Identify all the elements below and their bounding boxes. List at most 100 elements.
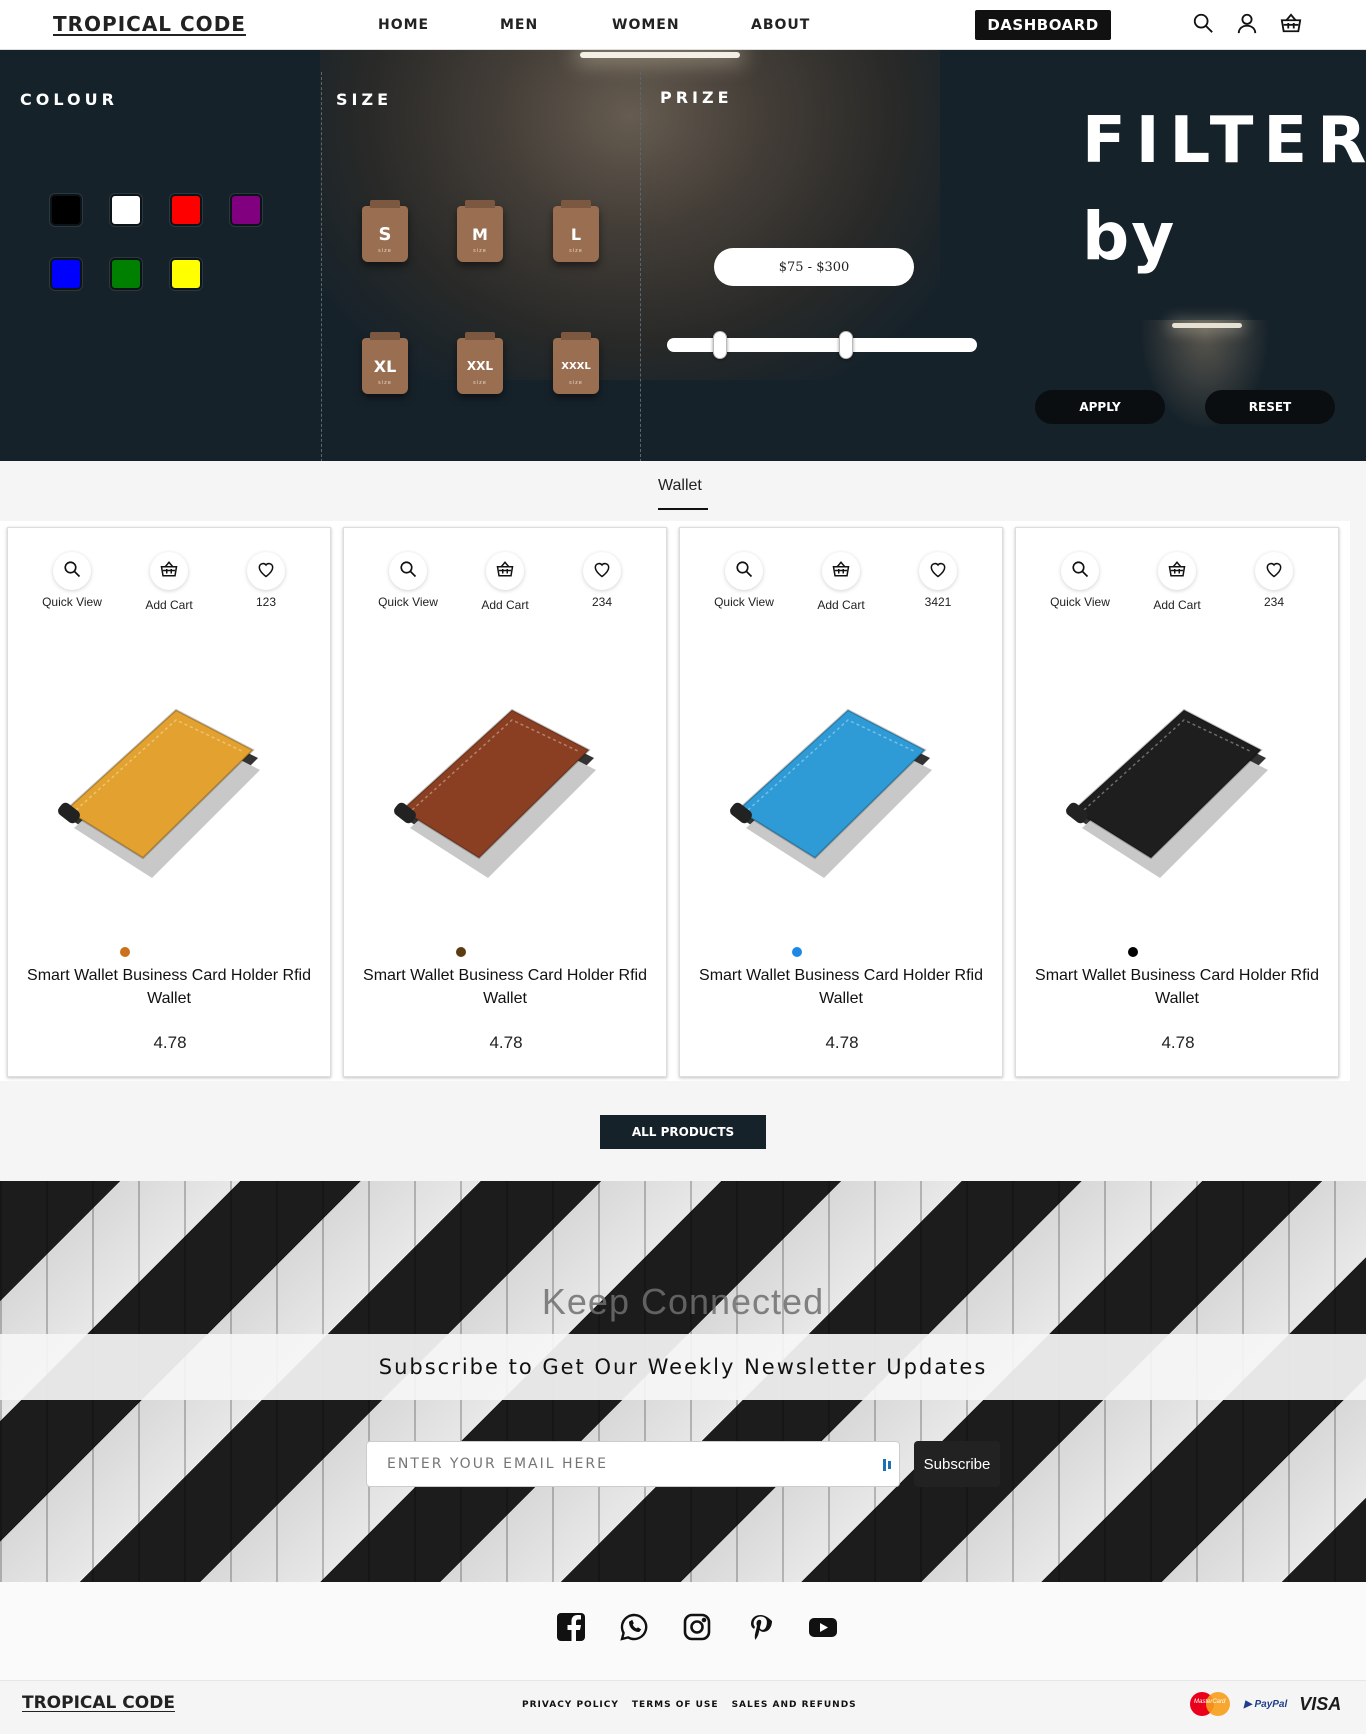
main-nav: HOME MEN WOMEN ABOUT [378, 17, 810, 33]
product-image[interactable] [384, 678, 624, 908]
product-title[interactable]: Smart Wallet Business Card Holder Rfid W… [18, 964, 320, 1010]
autofill-icon [882, 1458, 894, 1472]
product-card[interactable]: Quick View Add Cart 234 Smart Wallet Bus… [1015, 527, 1339, 1077]
search-icon [1071, 560, 1089, 583]
quick-view-label: Quick View [378, 595, 438, 609]
nav-about[interactable]: ABOUT [751, 17, 810, 33]
size-option-xxxl[interactable]: XXXL [553, 332, 599, 394]
product-image[interactable] [720, 678, 960, 908]
quick-view-button[interactable]: Quick View [32, 552, 112, 609]
all-products-button[interactable]: ALL PRODUCTS [600, 1115, 766, 1149]
youtube-icon[interactable] [808, 1612, 838, 1642]
header-icons [1192, 12, 1304, 36]
site-logo[interactable]: TROPICAL CODE [53, 12, 246, 36]
quick-view-label: Quick View [1050, 595, 1110, 609]
tab-wallet[interactable]: Wallet [658, 477, 702, 495]
search-icon [63, 560, 81, 583]
mastercard-icon: MasterCard [1190, 1691, 1232, 1717]
reset-button[interactable]: RESET [1205, 390, 1335, 424]
product-image[interactable] [1056, 678, 1296, 908]
filter-heading: FILTER [1082, 104, 1366, 178]
wishlist-button[interactable]: 3421 [898, 552, 978, 609]
add-cart-button[interactable]: Add Cart [801, 552, 881, 612]
quick-view-label: Quick View [714, 595, 774, 609]
heart-icon [256, 559, 276, 584]
colour-swatch[interactable] [230, 194, 262, 226]
filter-panel: COLOUR SIZE PRIZE S M L XL XXL XXXL $75 - $30… [0, 50, 1366, 461]
subscribe-button[interactable]: Subscribe [914, 1441, 1000, 1487]
colour-swatch[interactable] [50, 258, 82, 290]
size-title: SIZE [336, 90, 393, 109]
terms-of-use-link[interactable]: TERMS OF USE [632, 1700, 719, 1710]
divider [321, 72, 322, 461]
colour-title: COLOUR [20, 90, 118, 109]
size-option-l[interactable]: L [553, 200, 599, 262]
nav-home[interactable]: HOME [378, 17, 500, 33]
footer: TROPICAL CODE PRIVACY POLICY TERMS OF US… [0, 1680, 1366, 1728]
wishlist-button[interactable]: 123 [226, 552, 306, 609]
product-title[interactable]: Smart Wallet Business Card Holder Rfid W… [690, 964, 992, 1010]
basket-icon[interactable] [1280, 12, 1304, 36]
size-option-xxl[interactable]: XXL [457, 332, 503, 394]
product-title[interactable]: Smart Wallet Business Card Holder Rfid W… [1026, 964, 1328, 1010]
add-cart-label: Add Cart [481, 598, 529, 612]
like-count: 234 [1263, 595, 1285, 609]
email-field[interactable] [366, 1441, 900, 1487]
apply-button[interactable]: APPLY [1035, 390, 1165, 424]
privacy-policy-link[interactable]: PRIVACY POLICY [522, 1700, 619, 1710]
visa-icon: VISA [1299, 1693, 1342, 1714]
nav-men[interactable]: MEN [500, 17, 612, 33]
sales-refunds-link[interactable]: SALES AND REFUNDS [732, 1700, 857, 1710]
quick-view-button[interactable]: Quick View [704, 552, 784, 609]
size-option-s[interactable]: S [362, 200, 408, 262]
basket-icon [496, 560, 514, 583]
newsletter-band: Subscribe to Get Our Weekly Newsletter U… [0, 1334, 1366, 1400]
instagram-icon[interactable] [682, 1612, 712, 1642]
price-range-display: $75 - $300 [714, 248, 914, 286]
colour-swatch[interactable] [170, 194, 202, 226]
quick-view-button[interactable]: Quick View [1040, 552, 1120, 609]
product-card[interactable]: Quick View Add Cart 234 Smart Wallet Bus… [343, 527, 667, 1077]
add-cart-button[interactable]: Add Cart [1137, 552, 1217, 612]
pinterest-icon[interactable] [745, 1612, 775, 1642]
add-cart-label: Add Cart [1153, 598, 1201, 612]
add-cart-button[interactable]: Add Cart [465, 552, 545, 612]
product-card[interactable]: Quick View Add Cart 3421 Smart Wallet Bu… [679, 527, 1003, 1077]
price-slider[interactable] [667, 331, 977, 359]
footer-links: PRIVACY POLICY TERMS OF USE SALES AND RE… [522, 1700, 857, 1710]
product-price: 4.78 [153, 1033, 187, 1052]
add-cart-button[interactable]: Add Cart [129, 552, 209, 612]
search-icon[interactable] [1192, 12, 1216, 36]
user-icon[interactable] [1236, 12, 1260, 36]
facebook-icon[interactable] [556, 1612, 586, 1642]
like-count: 123 [255, 595, 277, 609]
colour-swatch[interactable] [50, 194, 82, 226]
product-title[interactable]: Smart Wallet Business Card Holder Rfid W… [354, 964, 656, 1010]
size-option-m[interactable]: M [457, 200, 503, 262]
colour-swatch[interactable] [170, 258, 202, 290]
quick-view-button[interactable]: Quick View [368, 552, 448, 609]
paypal-label: PayPal [1254, 1698, 1288, 1710]
price-slider-min-handle[interactable] [713, 331, 727, 359]
nav-women[interactable]: WOMEN [612, 17, 751, 33]
wishlist-button[interactable]: 234 [562, 552, 642, 609]
size-label: XXXL [561, 360, 591, 372]
wishlist-button[interactable]: 234 [1234, 552, 1314, 609]
product-image[interactable] [48, 678, 288, 908]
colour-dot [120, 947, 130, 957]
colour-swatch[interactable] [110, 258, 142, 290]
dashboard-button[interactable]: DASHBOARD [975, 10, 1111, 40]
price-slider-max-handle[interactable] [839, 331, 853, 359]
size-option-xl[interactable]: XL [362, 332, 408, 394]
footer-logo[interactable]: TROPICAL CODE [22, 1693, 175, 1713]
newsletter-title: Keep Connected [541, 1281, 825, 1322]
product-price: 4.78 [489, 1033, 523, 1052]
product-card[interactable]: Quick View Add Cart 123 Smart Wallet Bus… [7, 527, 331, 1077]
product-price: 4.78 [1161, 1033, 1195, 1052]
search-icon [735, 560, 753, 583]
colour-dot [792, 947, 802, 957]
colour-dot [1128, 947, 1138, 957]
whatsapp-icon[interactable] [619, 1612, 649, 1642]
divider [640, 72, 641, 461]
colour-swatch[interactable] [110, 194, 142, 226]
